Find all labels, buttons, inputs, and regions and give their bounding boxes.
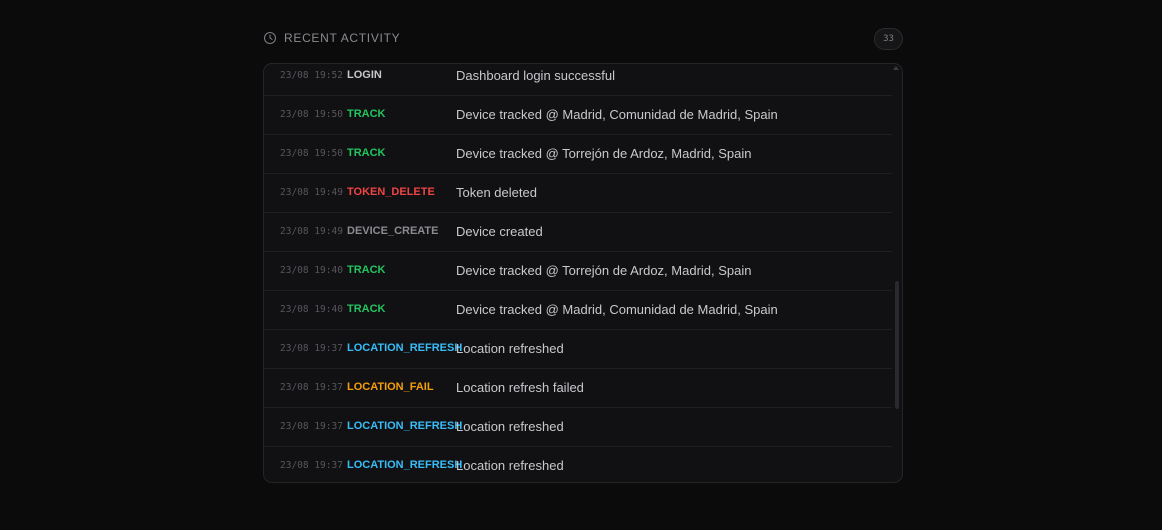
activity-message: Device tracked @ Madrid, Comunidad de Ma…	[456, 107, 778, 122]
activity-type-label: LOCATION_REFRESH	[347, 420, 463, 432]
activity-timestamp: 23/08 19:37	[280, 460, 343, 471]
activity-message: Location refreshed	[456, 419, 564, 434]
recent-activity-widget: RECENT ACTIVITY 33 23/08 19:52 LOGIN Dashb…	[263, 28, 903, 483]
activity-timestamp: 23/08 19:50	[280, 109, 343, 120]
activity-type-label: TOKEN_DELETE	[347, 186, 435, 198]
activity-timestamp: 23/08 19:37	[280, 382, 343, 393]
activity-type-label: LOGIN	[347, 69, 382, 81]
activity-type-label: LOCATION_REFRESH	[347, 459, 463, 471]
clock-icon	[263, 31, 277, 45]
activity-row: 23/08 19:50 TRACK Device tracked @ Torrejó…	[264, 135, 892, 174]
activity-type-label: DEVICE_CREATE	[347, 225, 439, 237]
activity-row: 23/08 19:37 LOCATION_FAIL Location refresh…	[264, 369, 892, 408]
activity-row: 23/08 19:49 TOKEN_DELETE Token deleted	[264, 174, 892, 213]
activity-message: Location refreshed	[456, 458, 564, 473]
activity-timestamp: 23/08 19:49	[280, 226, 343, 237]
activity-row: 23/08 19:37 LOCATION_REFRESH Location refr…	[264, 408, 892, 447]
activity-message: Device tracked @ Madrid, Comunidad de Ma…	[456, 302, 778, 317]
activity-count-badge: 33	[874, 28, 903, 50]
activity-timestamp: 23/08 19:49	[280, 187, 343, 198]
activity-message: Token deleted	[456, 185, 537, 200]
activity-type-label: TRACK	[347, 264, 386, 276]
activity-list: 23/08 19:52 LOGIN Dashboard login successf…	[264, 64, 892, 482]
activity-timestamp: 23/08 19:52	[280, 70, 343, 81]
activity-row: 23/08 19:50 TRACK Device tracked @ Madrid,…	[264, 96, 892, 135]
activity-message: Device created	[456, 224, 543, 239]
activity-timestamp: 23/08 19:37	[280, 343, 343, 354]
scroll-up-arrow-icon[interactable]	[893, 66, 899, 70]
activity-message: Location refresh failed	[456, 380, 584, 395]
activity-row: 23/08 19:52 LOGIN Dashboard login successf…	[264, 64, 892, 96]
activity-timestamp: 23/08 19:40	[280, 265, 343, 276]
activity-row: 23/08 19:40 TRACK Device tracked @ Torrejó…	[264, 252, 892, 291]
activity-type-label: LOCATION_REFRESH	[347, 342, 463, 354]
activity-row: 23/08 19:40 TRACK Device tracked @ Madrid,…	[264, 291, 892, 330]
activity-type-label: TRACK	[347, 147, 386, 159]
activity-message: Location refreshed	[456, 341, 564, 356]
activity-timestamp: 23/08 19:40	[280, 304, 343, 315]
section-title: RECENT ACTIVITY	[284, 31, 401, 45]
activity-message: Dashboard login successful	[456, 68, 615, 83]
section-header: RECENT ACTIVITY 33	[263, 28, 903, 52]
activity-message: Device tracked @ Torrejón de Ardoz, Madr…	[456, 146, 752, 161]
activity-type-label: TRACK	[347, 303, 386, 315]
activity-timestamp: 23/08 19:37	[280, 421, 343, 432]
scrollbar-thumb[interactable]	[895, 281, 899, 409]
activity-row: 23/08 19:37 LOCATION_REFRESH Location refr…	[264, 447, 892, 482]
activity-row: 23/08 19:37 LOCATION_REFRESH Location refr…	[264, 330, 892, 369]
header-title-group: RECENT ACTIVITY	[263, 31, 400, 45]
activity-list-panel[interactable]: 23/08 19:52 LOGIN Dashboard login successf…	[263, 63, 903, 483]
activity-row: 23/08 19:49 DEVICE_CREATE Device created	[264, 213, 892, 252]
activity-type-label: TRACK	[347, 108, 386, 120]
activity-timestamp: 23/08 19:50	[280, 148, 343, 159]
activity-type-label: LOCATION_FAIL	[347, 381, 434, 393]
activity-message: Device tracked @ Torrejón de Ardoz, Madr…	[456, 263, 752, 278]
